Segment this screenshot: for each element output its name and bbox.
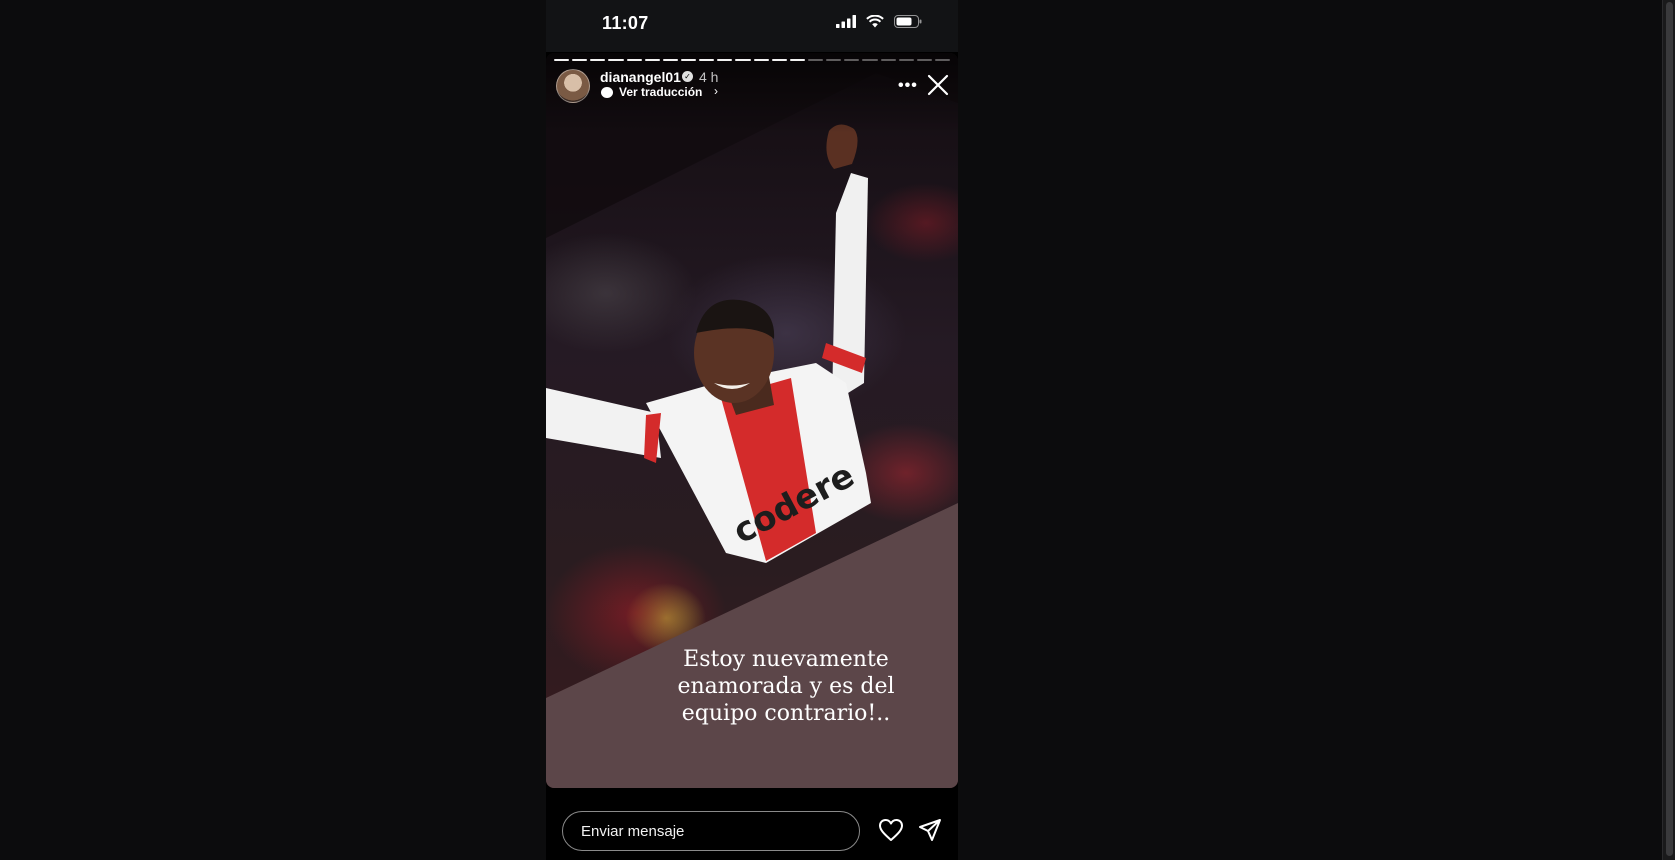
phone-screen: 11:07 codere dianangel01 ✓ 4 h Ver tradu… xyxy=(546,0,958,860)
scrollbar-thumb[interactable] xyxy=(1666,2,1673,856)
status-icons xyxy=(836,15,922,28)
progress-segment xyxy=(717,59,733,61)
send-icon[interactable] xyxy=(918,818,942,842)
progress-segment xyxy=(898,59,914,61)
story-header: dianangel01 ✓ 4 h Ver traducción › ••• xyxy=(556,69,949,103)
battery-icon xyxy=(894,15,922,28)
progress-segment xyxy=(880,59,896,61)
progress-segment xyxy=(554,59,570,61)
progress-segment xyxy=(862,59,878,61)
reply-bar xyxy=(546,800,958,860)
progress-segment xyxy=(608,59,624,61)
status-time: 11:07 xyxy=(602,13,649,33)
story-caption: Estoy nuevamente enamorada y es del equi… xyxy=(677,647,895,726)
story-viewer[interactable]: codere dianangel01 ✓ 4 h Ver traducción … xyxy=(546,53,958,788)
progress-segment xyxy=(626,59,642,61)
more-options-icon[interactable]: ••• xyxy=(898,77,918,95)
progress-segment xyxy=(753,59,769,61)
story-username[interactable]: dianangel01 xyxy=(600,69,681,85)
chevron-right-icon: › xyxy=(714,84,718,98)
wifi-icon xyxy=(866,15,884,28)
status-bar: 11:07 xyxy=(546,0,958,52)
progress-segment xyxy=(771,59,787,61)
progress-segment xyxy=(826,59,842,61)
progress-segment xyxy=(934,59,951,61)
progress-segment xyxy=(572,59,588,61)
progress-segment xyxy=(807,59,824,61)
progress-segment xyxy=(916,59,932,61)
progress-segment xyxy=(644,59,660,61)
heart-icon[interactable] xyxy=(878,818,904,842)
progress-segment xyxy=(699,59,715,61)
progress-segment xyxy=(789,59,805,61)
avatar[interactable] xyxy=(556,69,590,103)
story-progress-bar xyxy=(554,59,951,62)
page-scrollbar[interactable] xyxy=(1662,0,1675,860)
progress-segment xyxy=(735,59,751,61)
progress-segment xyxy=(680,59,697,61)
progress-segment xyxy=(844,59,860,61)
send-message-input[interactable] xyxy=(562,811,860,851)
close-icon[interactable] xyxy=(927,74,949,96)
see-translation-link[interactable]: Ver traducción xyxy=(619,85,702,99)
verified-badge-icon: ✓ xyxy=(682,71,693,82)
story-time-ago: 4 h xyxy=(699,69,719,85)
progress-segment xyxy=(590,59,606,61)
translate-bubble-icon xyxy=(601,87,613,98)
signal-icon xyxy=(836,15,856,28)
progress-segment xyxy=(662,59,678,61)
